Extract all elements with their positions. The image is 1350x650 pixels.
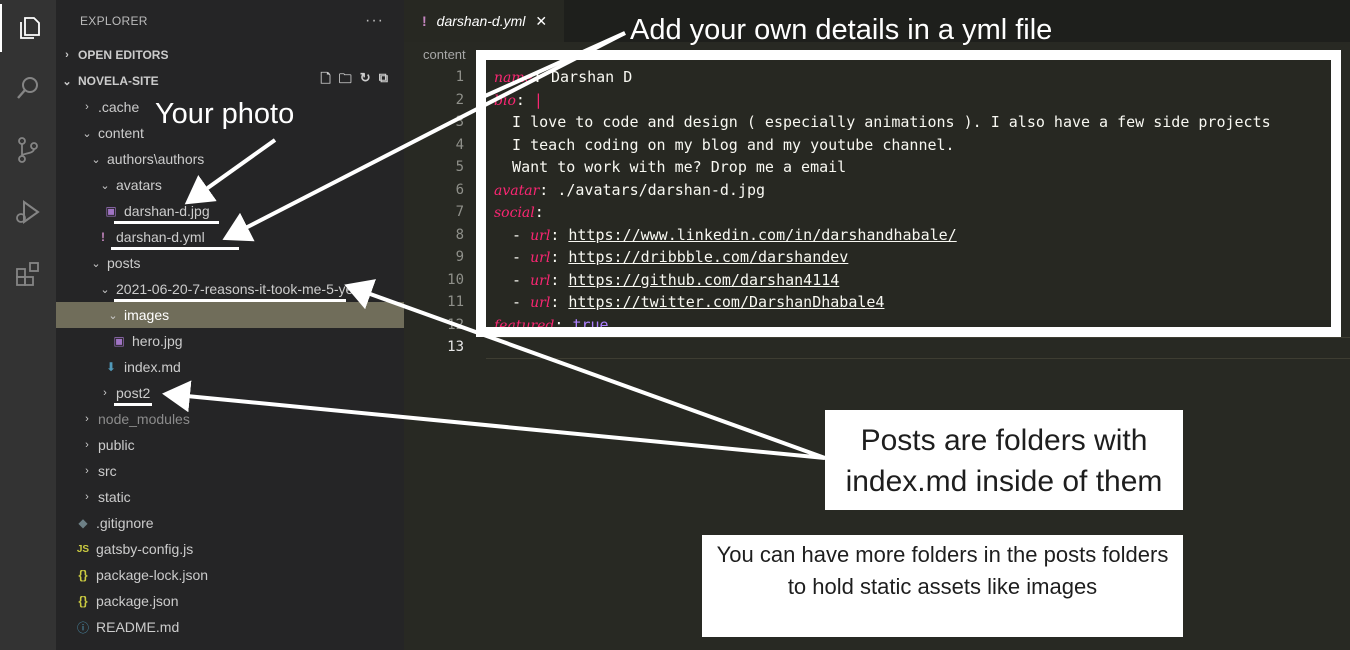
annotation-photo: Your photo <box>155 98 295 130</box>
annotation-yml: Add your own details in a yml file <box>630 14 1053 46</box>
arrow-yml-file <box>222 31 626 242</box>
arrow-post-folder <box>344 279 826 460</box>
arrow-post2 <box>162 380 826 460</box>
annotation-assets: You can have more folders in the posts f… <box>702 535 1183 637</box>
annotation-posts: Posts are folders with index.md inside o… <box>825 410 1183 510</box>
arrow-your-photo <box>184 138 277 205</box>
arrow-yml-file-2 <box>484 31 626 98</box>
